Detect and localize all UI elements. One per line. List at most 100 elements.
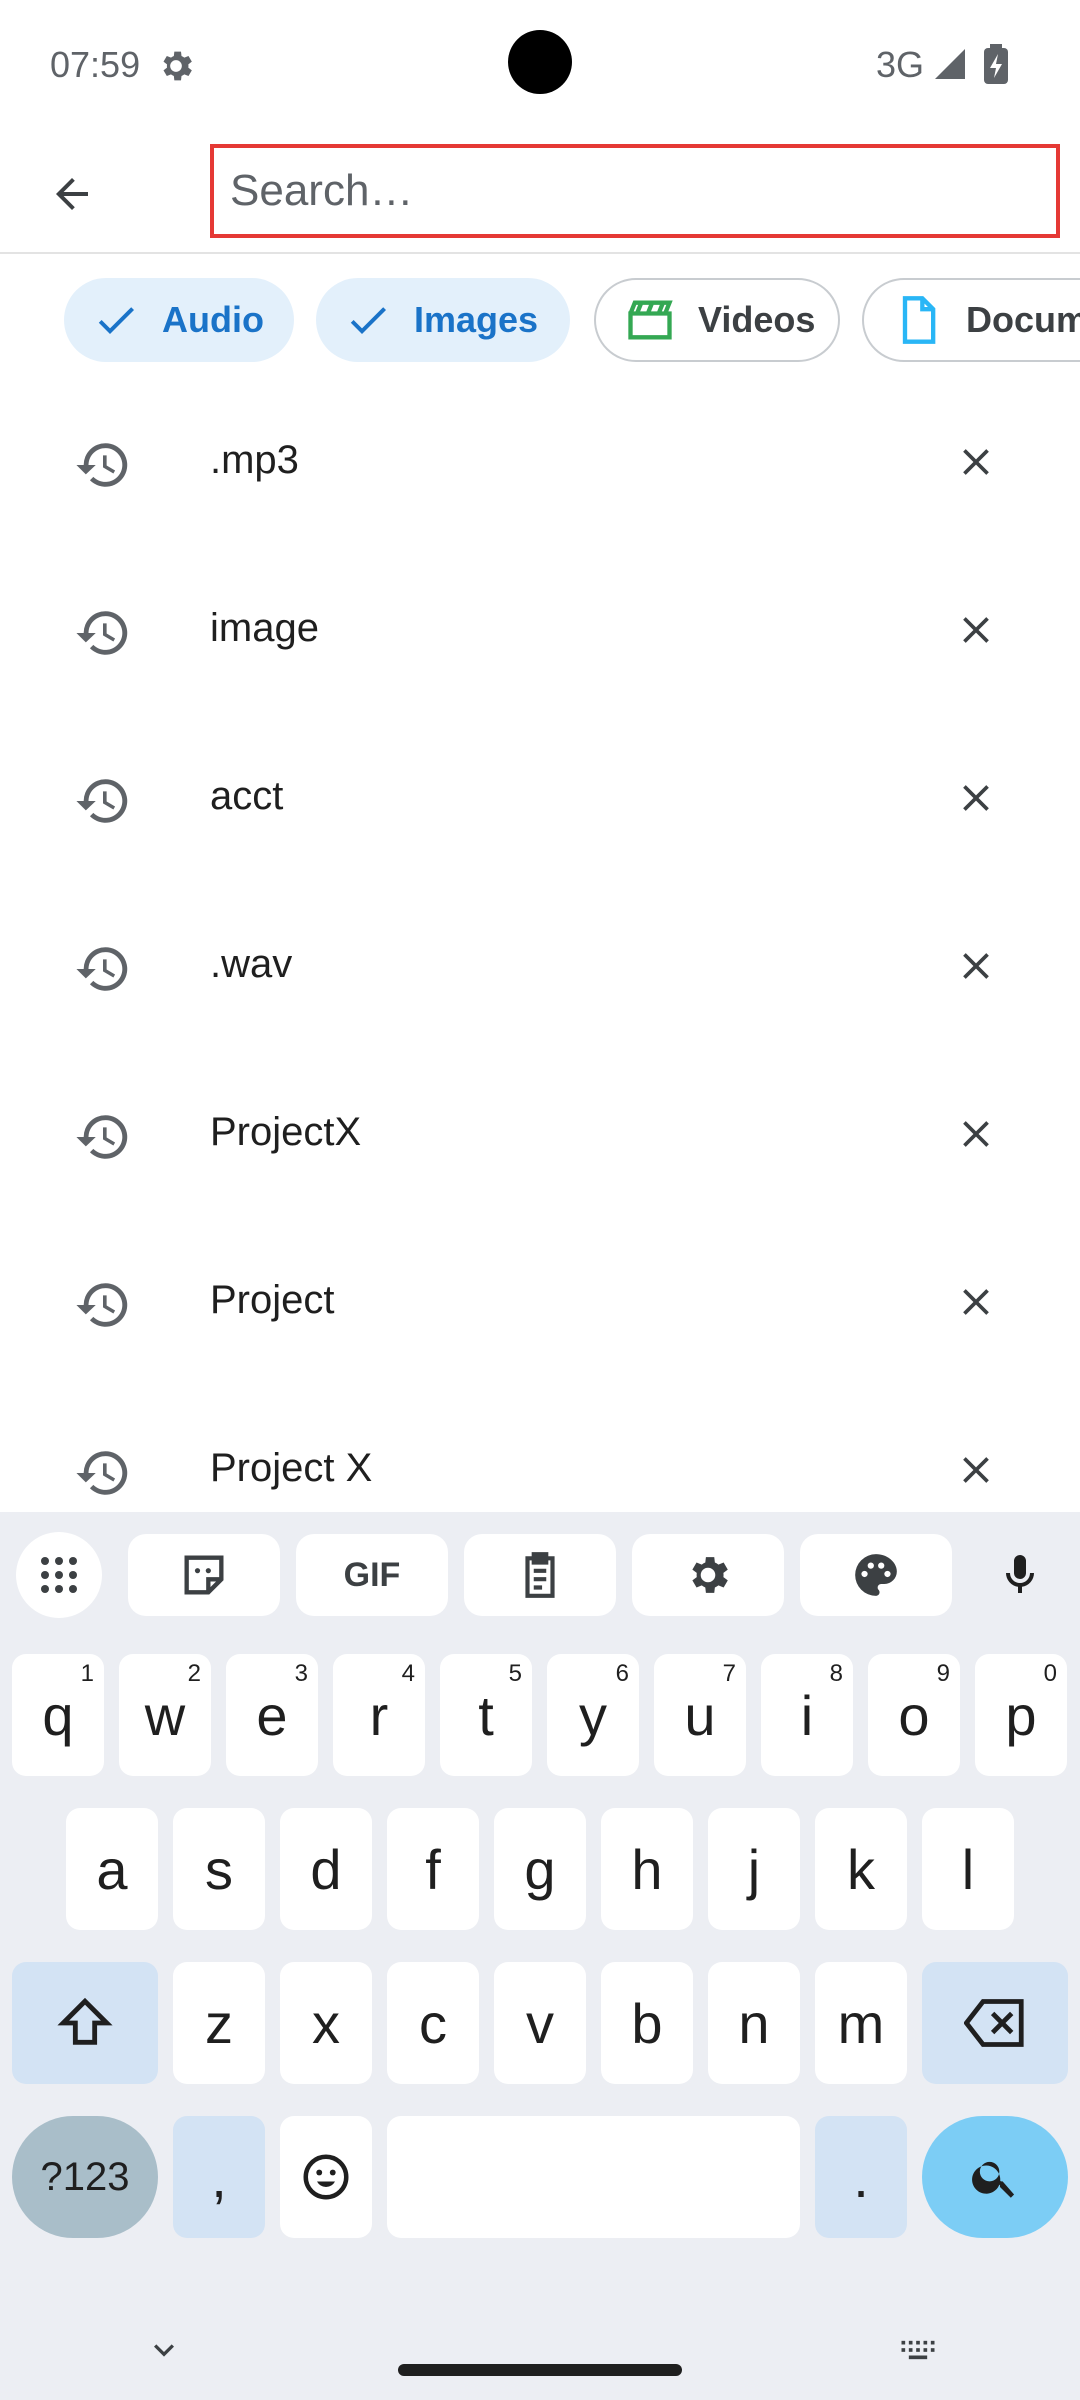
search-input[interactable] — [230, 166, 1056, 216]
remove-history-button[interactable] — [946, 600, 1006, 660]
key-x[interactable]: x — [280, 1962, 372, 2084]
search-action-key[interactable] — [922, 2116, 1068, 2238]
history-item[interactable]: Project X — [0, 1388, 1080, 1512]
history-icon — [76, 1115, 128, 1159]
key-z[interactable]: z — [173, 1962, 265, 2084]
search-icon — [972, 2161, 1015, 2198]
history-label: .wav — [210, 942, 293, 986]
period-key[interactable]: . — [815, 2116, 907, 2238]
backspace-key[interactable] — [922, 1962, 1068, 2084]
key-l[interactable]: l — [922, 1808, 1014, 1930]
chip-audio[interactable]: Audio — [64, 278, 294, 362]
history-item[interactable]: image — [0, 548, 1080, 716]
gif-button[interactable]: GIF — [296, 1534, 448, 1616]
key-t[interactable]: t5 — [440, 1654, 532, 1776]
key-y[interactable]: y6 — [547, 1654, 639, 1776]
key-char: r — [369, 1683, 389, 1747]
apps-grid-button[interactable] — [16, 1532, 102, 1618]
voice-input-button[interactable] — [990, 1542, 1050, 1608]
chip-videos[interactable]: Videos — [594, 278, 840, 362]
history-icon — [76, 611, 128, 655]
key-u[interactable]: u7 — [654, 1654, 746, 1776]
remove-history-button[interactable] — [946, 1440, 1006, 1500]
key-h[interactable]: h — [601, 1808, 693, 1930]
camera-cutout — [508, 30, 572, 94]
search-history-list: .mp3 image acct .wav ProjectX Project Pr… — [0, 380, 1080, 1512]
close-icon — [963, 1457, 989, 1483]
remove-history-button[interactable] — [946, 768, 1006, 828]
search-field-container[interactable] — [210, 144, 1060, 238]
keyboard-settings-button[interactable] — [632, 1534, 784, 1616]
remove-history-button[interactable] — [946, 936, 1006, 996]
history-item[interactable]: Project — [0, 1220, 1080, 1388]
comma-key[interactable]: , — [173, 2116, 265, 2238]
key-n[interactable]: n — [708, 1962, 800, 2084]
key-k[interactable]: k — [815, 1808, 907, 1930]
history-item[interactable]: acct — [0, 716, 1080, 884]
sticker-icon — [184, 1555, 224, 1595]
history-icon — [76, 1451, 128, 1495]
hide-keyboard-button[interactable] — [136, 2322, 192, 2378]
close-icon — [963, 1289, 989, 1315]
chevron-down-icon — [154, 2344, 174, 2357]
clipboard-button[interactable] — [464, 1534, 616, 1616]
key-hint: 2 — [187, 1660, 201, 1687]
key-r[interactable]: r4 — [333, 1654, 425, 1776]
emoji-icon — [303, 2154, 349, 2200]
key-q[interactable]: q1 — [12, 1654, 104, 1776]
chip-label: Audio — [162, 299, 264, 340]
history-label: image — [210, 606, 319, 650]
home-indicator[interactable] — [398, 2364, 682, 2376]
remove-history-button[interactable] — [946, 1272, 1006, 1332]
remove-history-button[interactable] — [946, 1104, 1006, 1164]
key-d[interactable]: d — [280, 1808, 372, 1930]
symbols-key[interactable]: ?123 — [12, 2116, 158, 2238]
clapperboard-icon — [628, 300, 673, 340]
network-type: 3G — [876, 44, 925, 85]
key-c[interactable]: c — [387, 1962, 479, 2084]
history-item[interactable]: .mp3 — [0, 380, 1080, 548]
history-label: acct — [210, 774, 284, 818]
close-icon — [963, 449, 989, 475]
space-key[interactable] — [387, 2116, 800, 2238]
key-hint: 4 — [401, 1660, 415, 1687]
key-i[interactable]: i8 — [761, 1654, 853, 1776]
document-icon — [902, 296, 936, 344]
history-label: Project X — [210, 1446, 373, 1490]
back-button[interactable] — [30, 152, 114, 236]
close-icon — [963, 1121, 989, 1147]
key-j[interactable]: j — [708, 1808, 800, 1930]
key-o[interactable]: o9 — [868, 1654, 960, 1776]
remove-history-button[interactable] — [946, 432, 1006, 492]
key-f[interactable]: f — [387, 1808, 479, 1930]
key-char: w — [144, 1683, 186, 1747]
emoji-key[interactable] — [280, 2116, 372, 2238]
key-g[interactable]: g — [494, 1808, 586, 1930]
soft-keyboard: GIF q1 w2 e3 r4 t5 y6 u7 i8 o9 p0 a s d … — [0, 1512, 1080, 2400]
chip-documents[interactable]: Docum — [862, 278, 1080, 362]
history-label: ProjectX — [210, 1110, 362, 1154]
check-icon — [98, 307, 134, 334]
key-hint: 8 — [829, 1660, 843, 1687]
key-s[interactable]: s — [173, 1808, 265, 1930]
theme-button[interactable] — [800, 1534, 952, 1616]
key-w[interactable]: w2 — [119, 1654, 211, 1776]
history-icon — [76, 443, 128, 487]
search-app-bar — [0, 130, 1080, 254]
shift-key[interactable] — [12, 1962, 158, 2084]
clipboard-icon — [525, 1552, 555, 1598]
history-item[interactable]: ProjectX — [0, 1052, 1080, 1220]
filter-chips: Audio Images Videos Docum — [0, 278, 1080, 364]
key-v[interactable]: v — [494, 1962, 586, 2084]
key-a[interactable]: a — [66, 1808, 158, 1930]
key-p[interactable]: p0 — [975, 1654, 1067, 1776]
sticker-button[interactable] — [128, 1534, 280, 1616]
history-item[interactable]: .wav — [0, 884, 1080, 1052]
key-char: y — [579, 1683, 607, 1747]
key-e[interactable]: e3 — [226, 1654, 318, 1776]
chip-images[interactable]: Images — [316, 278, 570, 362]
key-b[interactable]: b — [601, 1962, 693, 2084]
key-m[interactable]: m — [815, 1962, 907, 2084]
switch-keyboard-button[interactable] — [890, 2322, 946, 2378]
history-icon — [76, 1283, 128, 1327]
